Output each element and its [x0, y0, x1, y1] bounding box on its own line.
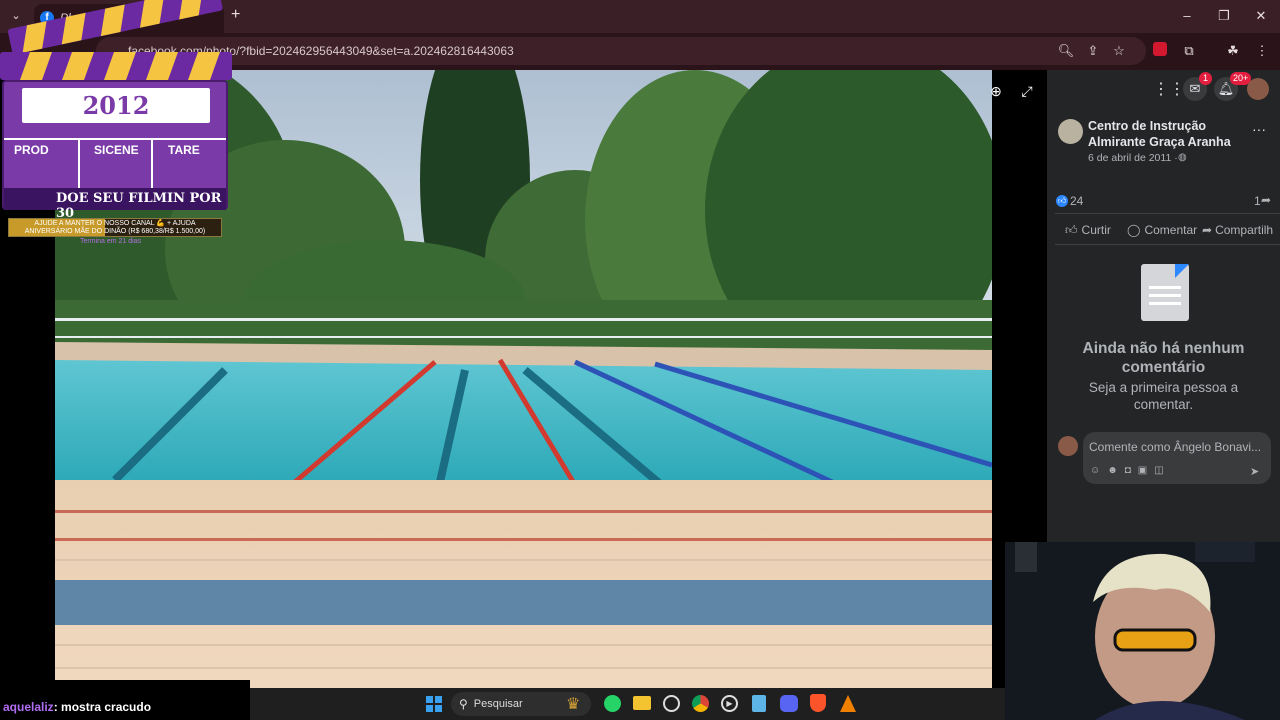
extensions-puzzle-icon[interactable]: ⧉	[1180, 42, 1198, 60]
brave-icon[interactable]	[810, 694, 826, 712]
empty-comments-sub-2: comentar.	[1133, 397, 1194, 412]
obs-icon[interactable]	[663, 695, 680, 712]
camera-icon[interactable]: ◘	[1125, 465, 1131, 476]
chat-message: : mostra cracudo	[53, 700, 152, 714]
share-arrow-icon: ➦	[1261, 193, 1272, 207]
file-explorer-icon[interactable]	[633, 696, 651, 710]
page-name-line1[interactable]: Centro de Instrução	[1088, 119, 1206, 133]
apps-grid-icon[interactable]: ⋮⋮	[1153, 79, 1185, 99]
like-count[interactable]: 24	[1070, 194, 1083, 208]
menu-dots-icon[interactable]: ⋮	[1253, 42, 1271, 60]
comment-button[interactable]: ◯ Comentar	[1127, 220, 1197, 240]
extension-red-icon[interactable]	[1151, 42, 1169, 60]
donation-goal-line2: ANIVERSÁRIO MÃE DO DINÃO (R$ 680,38/R$ 1…	[24, 228, 206, 235]
more-options-icon[interactable]: ···	[1252, 121, 1266, 137]
clapboard-col-tare: TARE	[168, 143, 200, 157]
chrome-icon[interactable]	[692, 695, 709, 712]
empty-comments-sub-1: Seja a primeira pessoa a	[1088, 380, 1239, 395]
donation-goal-time: Termina em 21 dias	[80, 238, 142, 245]
zoom-icon[interactable]: 🔍︎	[1057, 42, 1075, 60]
bookmark-star-icon[interactable]: ☆	[1110, 42, 1128, 60]
profile-icon[interactable]: ☘	[1224, 42, 1242, 60]
emoji-icon[interactable]: ☻	[1107, 465, 1118, 476]
clapboard-col-prod: PROD	[14, 143, 49, 157]
share-button-label: Compartilh	[1215, 223, 1274, 237]
chat-username: aquelaliz	[3, 700, 54, 714]
empty-comments-title-2: comentário	[1121, 359, 1206, 376]
like-button[interactable]: 👍︎ Curtir	[1065, 220, 1111, 240]
vlc-icon[interactable]	[840, 695, 856, 712]
crown-icon[interactable]: ♛	[566, 694, 580, 714]
avatar-sticker-icon[interactable]: ☺	[1090, 465, 1100, 476]
fullscreen-icon[interactable]: ⤢	[1018, 83, 1036, 101]
clapboard-col-sicene: SICENE	[94, 143, 139, 157]
stream-chat: aquelaliz: mostra cracudo	[0, 680, 250, 720]
page-avatar[interactable]	[1058, 119, 1083, 144]
like-reaction-icon: 👍︎	[1056, 195, 1068, 207]
messenger-badge: 1	[1199, 72, 1212, 85]
page-name-line2[interactable]: Almirante Graça Aranha	[1088, 135, 1231, 149]
restore-icon[interactable]: ❐	[1214, 8, 1234, 24]
donation-goal-line1: AJUDE A MANTER O NOSSO CANAL 💪 + AJUDA	[34, 220, 196, 227]
empty-comments-title-1: Ainda não há nenhum	[1082, 340, 1245, 357]
share-icon: ➦	[1202, 223, 1213, 237]
clapboard-footer: DOE SEU FILMIN POR 30	[56, 191, 222, 221]
comment-tools: ☺ ☻ ◘ ▣ ◫	[1090, 465, 1164, 476]
like-button-label: Curtir	[1081, 223, 1111, 237]
empty-comments-document-icon	[1141, 264, 1189, 321]
clapboard-divider-h	[4, 138, 226, 140]
comment-input[interactable]: Comente como Ângelo Bonavi...	[1089, 440, 1267, 454]
notepad-icon[interactable]	[752, 695, 766, 712]
sticker-icon[interactable]: ◫	[1154, 465, 1163, 476]
windows-start-icon[interactable]	[426, 696, 442, 712]
clapboard-divider-v2	[151, 138, 153, 188]
new-tab-button[interactable]: +	[231, 6, 240, 24]
share-count[interactable]: 1	[1254, 194, 1261, 208]
clapboard-stripes	[0, 0, 232, 80]
actions-divider-bottom	[1055, 244, 1280, 245]
clapboard-divider-v1	[78, 138, 80, 188]
clapboard-overlay: 2012 PROD SICENE TARE DOE SEU FILMIN POR…	[0, 0, 232, 221]
account-avatar[interactable]	[1247, 78, 1269, 100]
comment-avatar	[1058, 436, 1078, 456]
discord-icon[interactable]	[780, 695, 798, 712]
media-player-icon[interactable]: ▶	[721, 695, 738, 712]
windows-taskbar: ⚲ Pesquisar ♛ ▶	[250, 688, 1005, 720]
search-icon: ⚲	[459, 697, 468, 711]
zoom-in-icon[interactable]: ⊕	[987, 83, 1005, 101]
whatsapp-icon[interactable]	[604, 695, 621, 712]
actions-divider	[1055, 213, 1280, 214]
install-app-icon[interactable]: ⇪	[1084, 42, 1102, 60]
send-comment-icon[interactable]: ➤	[1250, 465, 1259, 478]
taskbar-search-label: Pesquisar	[473, 698, 523, 710]
clapboard-year: 2012	[82, 91, 150, 120]
webcam-feed	[1005, 542, 1280, 720]
share-button[interactable]: ➦ Compartilh	[1202, 220, 1273, 240]
comment-button-label: Comentar	[1144, 223, 1198, 237]
globe-icon: ◍	[1178, 152, 1187, 163]
comment-bubble-icon: ◯	[1127, 223, 1141, 237]
gif-icon[interactable]: ▣	[1138, 465, 1147, 476]
thumbs-up-icon: 👍︎	[1065, 222, 1078, 237]
close-icon[interactable]: ✕	[1251, 8, 1271, 24]
minimize-icon[interactable]: –	[1177, 8, 1197, 23]
facebook-side-panel: ⋮⋮ ✉ 1 🔔︎ 20+ Centro de Instrução Almira…	[1047, 70, 1280, 542]
post-date[interactable]: 6 de abril de 2011 ·	[1088, 152, 1178, 164]
